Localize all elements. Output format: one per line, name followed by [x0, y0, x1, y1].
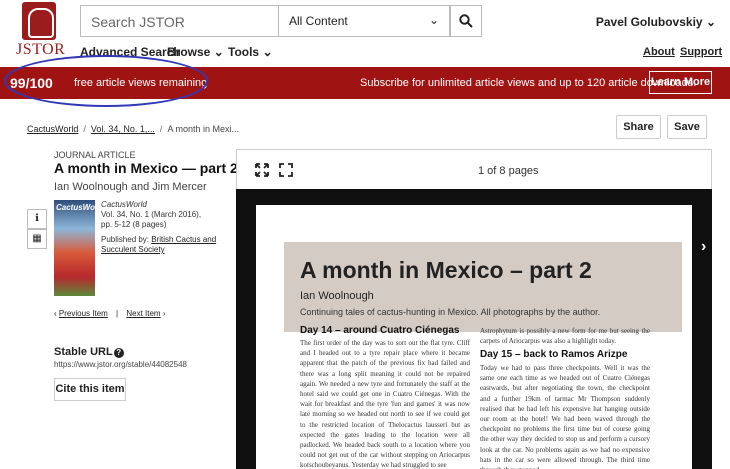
save-button[interactable]: Save: [667, 115, 707, 139]
cite-button[interactable]: Cite this item: [54, 378, 126, 401]
help-icon[interactable]: ?: [113, 348, 124, 358]
document-author: Ian Woolnough: [300, 290, 374, 302]
tools-menu[interactable]: Tools ⌄: [228, 45, 273, 59]
article-type: JOURNAL ARTICLE: [54, 150, 136, 160]
contents-tab[interactable]: ▦: [27, 229, 47, 249]
breadcrumb-journal[interactable]: CactusWorld: [27, 124, 78, 134]
article-title: A month in Mexico — part 2: [54, 160, 238, 176]
document-body-column-2: Today we had to pass three checkpoints. …: [480, 364, 650, 469]
breadcrumb: CactusWorld / Vol. 34, No. 1,... / A month i…: [27, 124, 239, 134]
fullscreen-icon[interactable]: [255, 163, 269, 177]
chevron-down-icon: ⌄: [213, 45, 224, 59]
next-page-arrow-icon[interactable]: ›: [701, 238, 706, 256]
document-subtitle: Continuing tales of cactus-hunting in Me…: [300, 307, 601, 317]
chevron-right-icon: ›: [162, 309, 166, 318]
search-icon: [459, 14, 473, 28]
volume-info: Vol. 34, No. 1 (March 2016),: [101, 210, 202, 219]
jstor-emblem-icon: [22, 2, 56, 40]
browse-menu[interactable]: Browse ⌄: [167, 45, 224, 59]
tools-label: Tools: [228, 45, 260, 59]
chevron-left-icon: ‹: [54, 309, 57, 318]
user-menu[interactable]: Pavel Golubovskiy ⌄: [596, 15, 716, 29]
chevron-down-icon: ⌄: [705, 15, 716, 29]
viewer-toolbar: [236, 149, 712, 189]
document-section-heading-2: Day 15 – back to Ramos Arizpe: [480, 349, 628, 360]
share-button[interactable]: Share: [616, 115, 661, 139]
annotation-highlight-oval: [4, 55, 208, 107]
chevron-down-icon: ⌄: [262, 45, 273, 59]
fit-page-icon[interactable]: [279, 163, 293, 177]
browse-label: Browse: [167, 45, 211, 59]
item-navigation: ‹ Previous Item | Next Item ›: [54, 309, 166, 318]
document-body-column-2-intro: Astrophytum is possibly a new form for m…: [480, 327, 650, 346]
document-body-column-1: The first order of the day was to sort o…: [300, 339, 470, 469]
page-info: pp. 5-12 (8 pages): [101, 220, 167, 229]
journal-cover-image: CactusWorld: [54, 200, 95, 296]
breadcrumb-article: A month in Mexi...: [167, 124, 239, 134]
subscribe-text: Subscribe for unlimited article views an…: [360, 77, 697, 89]
publisher-info: Published by: British Cactus and Succule…: [101, 235, 226, 255]
stable-url-label: Stable URL?: [54, 346, 124, 358]
search-input[interactable]: Search JSTOR: [80, 5, 278, 37]
content-filter-select[interactable]: All Content ⌄: [278, 5, 450, 37]
published-by-label: Published by:: [101, 235, 150, 244]
support-link[interactable]: Support: [680, 46, 722, 58]
grid-icon: ▦: [32, 233, 42, 244]
stable-url[interactable]: https://www.jstor.org/stable/44082548: [54, 360, 187, 369]
document-section-heading: Day 14 – around Cuatro Ciénegas: [300, 325, 460, 336]
next-item-link[interactable]: Next Item: [126, 309, 160, 318]
breadcrumb-issue[interactable]: Vol. 34, No. 1,...: [91, 124, 155, 134]
search-button[interactable]: [450, 5, 482, 37]
chevron-down-icon: ⌄: [428, 13, 439, 27]
document-header-band: [284, 242, 682, 332]
page-count: 1 of 8 pages: [478, 165, 539, 177]
user-name: Pavel Golubovskiy: [595, 15, 703, 29]
content-filter-value: All Content: [289, 14, 348, 28]
cover-title: CactusWorld: [56, 203, 95, 212]
article-authors: Ian Woolnough and Jim Mercer: [54, 181, 207, 193]
journal-name: CactusWorld: [101, 200, 147, 209]
publication-info: CactusWorld Vol. 34, No. 1 (March 2016),…: [101, 200, 226, 230]
about-link[interactable]: About: [643, 46, 675, 58]
info-tab[interactable]: ℹ: [27, 209, 47, 229]
document-title: A month in Mexico – part 2: [300, 257, 592, 283]
jstor-logo[interactable]: JSTOR: [0, 0, 76, 62]
info-icon: ℹ: [35, 213, 39, 224]
logo-wordmark: JSTOR: [16, 41, 66, 58]
learn-more-button[interactable]: Learn More: [649, 71, 712, 94]
previous-item-link[interactable]: Previous Item: [59, 309, 108, 318]
